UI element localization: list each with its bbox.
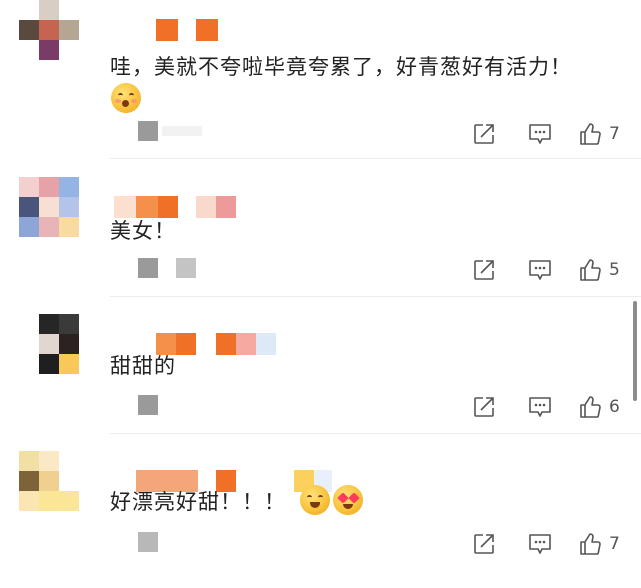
comment-icon [529,124,551,144]
share-button[interactable] [471,120,497,148]
scrollbar[interactable] [633,301,637,401]
comment-reply-button[interactable] [527,120,553,148]
like-button[interactable]: 5 [577,256,620,284]
like-button[interactable]: 7 [577,530,620,558]
share-icon [474,534,494,554]
comment-text: 好漂亮好甜！！！ [110,490,286,514]
comment-actions: 7 [441,120,641,148]
comment-icon [529,397,551,417]
smiling-face-with-hearts-emoji [333,485,363,515]
like-count: 5 [609,260,620,280]
share-icon [474,124,494,144]
comment-reply-button[interactable] [527,393,553,421]
avatar[interactable] [19,314,79,374]
comment-text: 甜甜的 [110,354,176,378]
share-button[interactable] [471,393,497,421]
comment-item: 好漂亮好甜！！！ 7 [0,451,641,588]
divider [110,158,641,159]
like-button[interactable]: 7 [577,120,620,148]
share-button[interactable] [471,256,497,284]
comment-actions: 5 [441,256,641,284]
flushed-face-emoji [111,83,141,113]
share-icon [474,260,494,280]
comment-icon [529,260,551,280]
like-count: 6 [609,397,620,417]
comment-icon [529,534,551,554]
comment-text: 哇，美就不夸啦毕竟夸累了，好青葱好有活力！ [110,55,572,79]
like-count: 7 [609,124,620,144]
avatar[interactable] [19,451,79,511]
avatar[interactable] [19,0,79,60]
like-count: 7 [609,534,620,554]
share-icon [474,397,494,417]
thumbs-up-icon [580,123,601,145]
like-button[interactable]: 6 [577,393,620,421]
comment-item: 甜甜的 6 [0,314,641,451]
grinning-face-emoji [300,485,330,515]
comment-item: 美女！ 5 [0,177,641,314]
thumbs-up-icon [580,533,601,555]
comment-actions: 6 [441,393,641,421]
comment-reply-button[interactable] [527,256,553,284]
comment-item: 哇，美就不夸啦毕竟夸累了，好青葱好有活力！ 7 [0,0,641,159]
comment-text: 美女！ [110,219,176,243]
comment-actions: 7 [441,530,641,558]
share-button[interactable] [471,530,497,558]
thumbs-up-icon [580,396,601,418]
thumbs-up-icon [580,259,601,281]
divider [110,433,641,434]
comment-reply-button[interactable] [527,530,553,558]
avatar[interactable] [19,177,79,237]
divider [110,296,641,297]
